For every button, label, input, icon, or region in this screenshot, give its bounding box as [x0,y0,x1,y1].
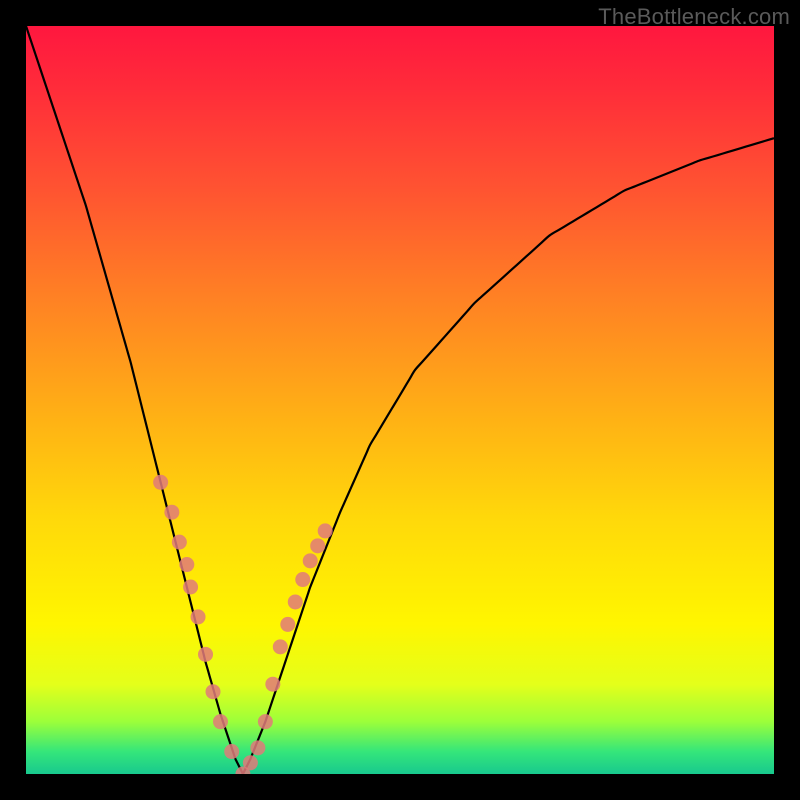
marker-dot [172,535,187,550]
marker-group [153,475,333,774]
chart-frame: TheBottleneck.com [0,0,800,800]
watermark-text: TheBottleneck.com [598,4,790,30]
marker-dot [318,523,333,538]
marker-dot [250,740,265,755]
marker-dot [243,755,258,770]
marker-dot [191,609,206,624]
marker-dot [224,744,239,759]
plot-area [26,26,774,774]
marker-dot [258,714,273,729]
marker-dot [310,538,325,553]
marker-dot [288,594,303,609]
marker-dot [303,553,318,568]
marker-dot [273,639,288,654]
marker-dot [164,505,179,520]
marker-dot [206,684,221,699]
marker-dot [213,714,228,729]
bottleneck-curve [26,26,774,774]
marker-dot [183,580,198,595]
marker-dot [280,617,295,632]
curve-layer [26,26,774,774]
marker-dot [295,572,310,587]
marker-dot [198,647,213,662]
marker-dot [153,475,168,490]
marker-dot [265,677,280,692]
marker-dot [179,557,194,572]
